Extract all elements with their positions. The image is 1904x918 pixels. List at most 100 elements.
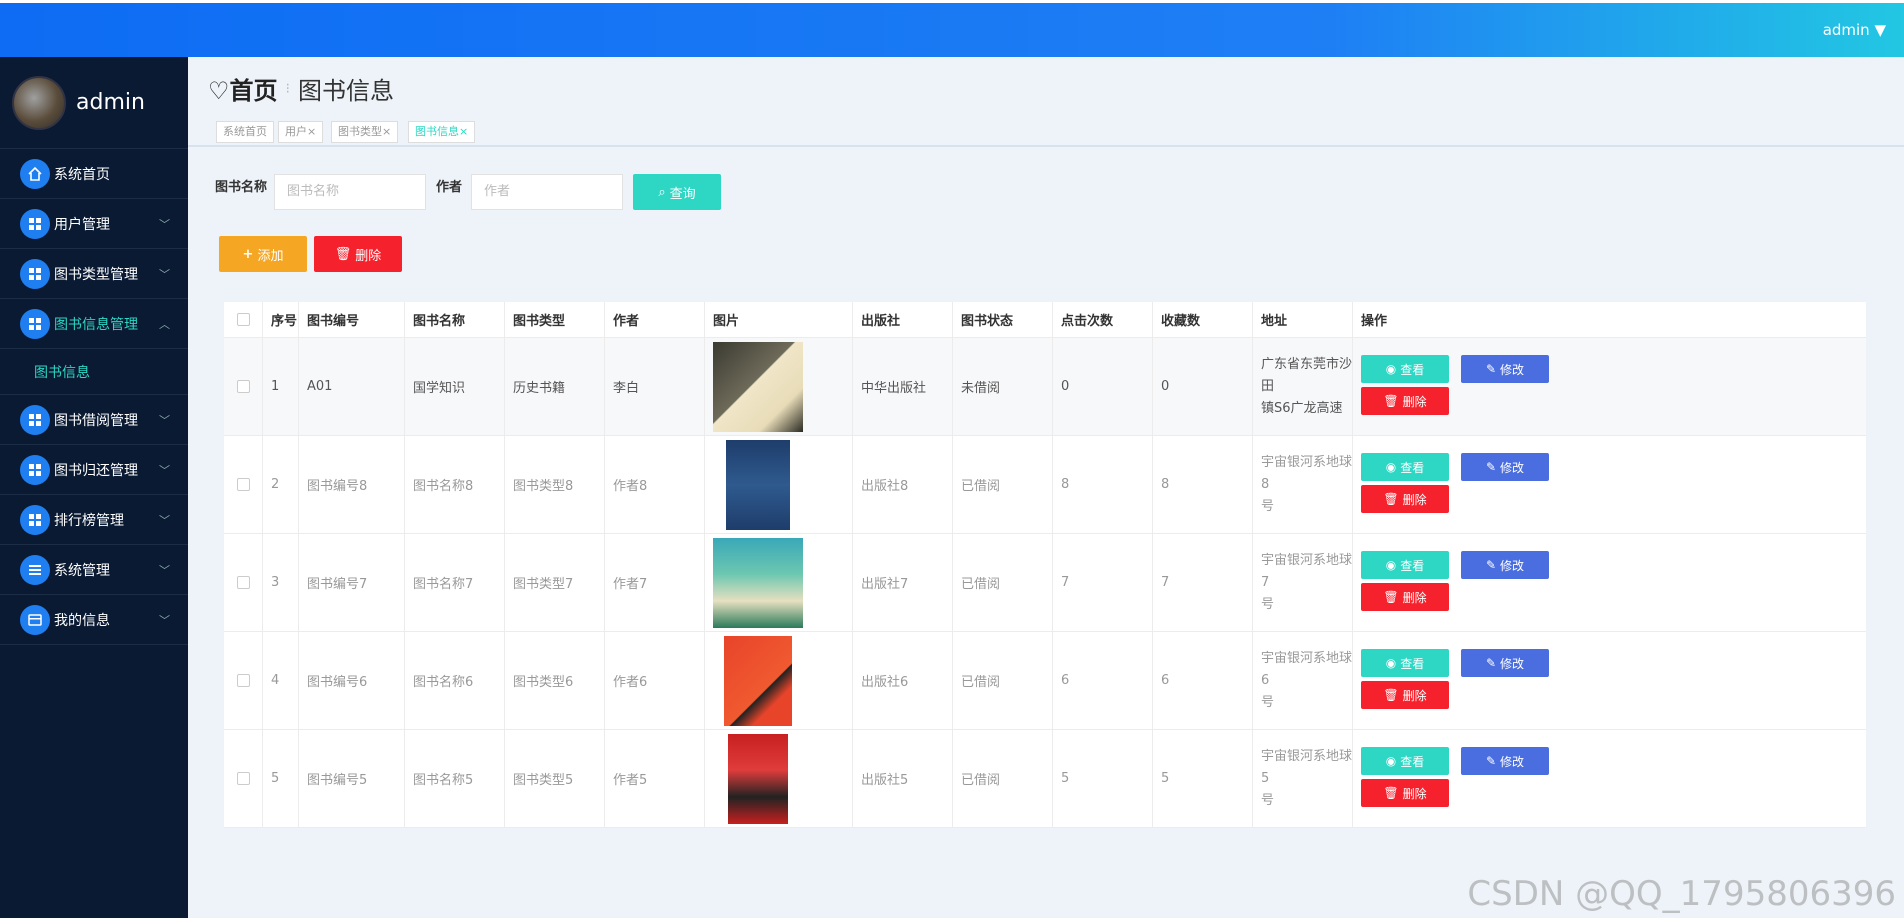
book-cover-image: [724, 635, 792, 726]
row-delete-button-label: 删除: [1402, 590, 1427, 605]
table-cell: 已借阅: [952, 534, 1052, 631]
delete-button[interactable]: 🗑 删除: [314, 236, 402, 272]
tag-user[interactable]: 用户×: [278, 121, 324, 143]
select-all-checkbox[interactable]: [236, 313, 250, 326]
author-input[interactable]: 作者: [471, 174, 623, 210]
table-cell: 5: [262, 730, 298, 827]
table-row: 1 A01 国学知识 历史书籍 李白 中华出版社 未借阅 0 0 广东省东莞市沙田 镇S6广龙高速 ◉…: [224, 338, 1866, 436]
view-icon: ◉: [1385, 656, 1397, 670]
image-cell: [704, 534, 852, 631]
row-delete-icon: 🗑: [1383, 786, 1399, 800]
sidebar-item-7[interactable]: 系统管理 ﹀: [0, 545, 188, 595]
address-line: 宇宙银河系地球6: [1261, 650, 1353, 688]
sidebar-item-4[interactable]: 图书借阅管理 ﹀: [0, 395, 188, 445]
sidebar-item-label: 系统首页: [54, 166, 110, 183]
grid-icon: [20, 208, 50, 239]
sidebar-item-6[interactable]: 排行榜管理 ﹀: [0, 495, 188, 545]
table-cell: 出版社5: [852, 730, 952, 827]
grid-icon: [20, 404, 50, 435]
table-cell: 5: [1152, 730, 1252, 827]
sidebar-item-5[interactable]: 图书归还管理 ﹀: [0, 445, 188, 495]
view-icon: ◉: [1385, 754, 1397, 768]
table-cell: 国学知识: [404, 338, 504, 435]
search-icon: ⌕: [658, 184, 666, 200]
row-checkbox[interactable]: [236, 478, 250, 491]
address-cell: 宇宙银河系地球8 号: [1252, 436, 1352, 533]
row-delete-button-label: 删除: [1402, 492, 1427, 507]
breadcrumb-home[interactable]: ♡首页: [208, 71, 278, 106]
edit-button[interactable]: ✎ 修改: [1461, 551, 1549, 579]
table-cell: 0: [1152, 338, 1252, 435]
table-cell: 未借阅: [952, 338, 1052, 435]
plus-icon: +: [242, 246, 254, 262]
row-checkbox[interactable]: [236, 380, 250, 393]
query-button[interactable]: ⌕ 查询: [633, 174, 721, 210]
row-checkbox[interactable]: [236, 674, 250, 687]
table-cell: 图书编号7: [298, 534, 404, 631]
address-line: 宇宙银河系地球7: [1261, 552, 1353, 590]
sidebar-brand: admin: [0, 57, 188, 149]
avatar: [12, 75, 66, 130]
address-line: 宇宙银河系地球5: [1261, 748, 1353, 786]
view-button[interactable]: ◉ 查看: [1361, 551, 1449, 579]
table-cell: 6: [1052, 632, 1152, 729]
address-line: 号: [1261, 694, 1275, 710]
sidebar-item-label: 排行榜管理: [54, 512, 124, 529]
trash-icon: 🗑: [334, 246, 352, 262]
row-delete-button[interactable]: 🗑 删除: [1361, 583, 1449, 611]
row-delete-button[interactable]: 🗑 删除: [1361, 485, 1449, 513]
table-cell: 0: [1052, 338, 1152, 435]
view-button[interactable]: ◉ 查看: [1361, 747, 1449, 775]
view-button[interactable]: ◉ 查看: [1361, 649, 1449, 677]
tag-book-type[interactable]: 图书类型×: [331, 121, 399, 143]
edit-button[interactable]: ✎ 修改: [1461, 747, 1549, 775]
sidebar-item-label: 图书归还管理: [54, 462, 138, 479]
checkbox-cell: [224, 338, 262, 435]
chevron-down-icon: ﹀: [159, 414, 170, 427]
row-delete-button[interactable]: 🗑 删除: [1361, 779, 1449, 807]
watermark: CSDN @QQ_1795806396: [1467, 874, 1896, 914]
sidebar: admin 系统首页用户管理 ﹀ 图书类型管理 ﹀ 图书信息管理 ︿ 图书信息 图书借阅管理 ﹀…: [0, 57, 188, 918]
row-checkbox[interactable]: [236, 772, 250, 785]
chevron-down-icon: ﹀: [159, 614, 170, 627]
view-button[interactable]: ◉ 查看: [1361, 453, 1449, 481]
name-label: 图书名称: [215, 180, 268, 195]
table-cell: 1: [262, 338, 298, 435]
sidebar-item-2[interactable]: 图书类型管理 ﹀: [0, 249, 188, 299]
view-button-label: 查看: [1400, 460, 1425, 475]
grid-icon: [20, 504, 50, 535]
tag-home[interactable]: 系统首页: [216, 121, 274, 143]
edit-button-label: 修改: [1500, 656, 1525, 671]
row-delete-button[interactable]: 🗑 删除: [1361, 681, 1449, 709]
view-icon: ◉: [1385, 558, 1397, 572]
brand-name: admin: [76, 90, 145, 115]
column-header: 点击次数: [1052, 302, 1152, 337]
view-button[interactable]: ◉ 查看: [1361, 355, 1449, 383]
sidebar-item-0[interactable]: 系统首页: [0, 149, 188, 199]
column-header: 图书名称: [404, 302, 504, 337]
add-button[interactable]: + 添加: [219, 236, 307, 272]
sidebar-item-1[interactable]: 用户管理 ﹀: [0, 199, 188, 249]
sidebar-item-3[interactable]: 图书信息管理 ︿: [0, 299, 188, 349]
checkbox-cell: [224, 632, 262, 729]
name-input[interactable]: 图书名称: [274, 174, 426, 210]
table-cell: 作者8: [604, 436, 704, 533]
edit-button[interactable]: ✎ 修改: [1461, 355, 1549, 383]
sidebar-subitem-book-info[interactable]: 图书信息: [0, 349, 188, 395]
author-label: 作者: [436, 180, 463, 195]
table-cell: 3: [262, 534, 298, 631]
row-delete-button[interactable]: 🗑 删除: [1361, 387, 1449, 415]
row-delete-icon: 🗑: [1383, 688, 1399, 702]
address-line: 号: [1261, 792, 1275, 808]
chevron-down-icon: ﹀: [159, 564, 170, 577]
breadcrumb: ♡首页 ⁝ 图书信息: [208, 71, 394, 106]
row-checkbox[interactable]: [236, 576, 250, 589]
edit-button[interactable]: ✎ 修改: [1461, 453, 1549, 481]
user-menu[interactable]: admin ▼: [1823, 21, 1886, 39]
sidebar-item-8[interactable]: 我的信息 ﹀: [0, 595, 188, 645]
edit-button[interactable]: ✎ 修改: [1461, 649, 1549, 677]
table-cell: 4: [262, 632, 298, 729]
actions-cell: ◉ 查看 ✎ 修改 🗑 删除: [1352, 632, 1866, 729]
edit-icon: ✎: [1485, 558, 1497, 572]
tag-book-info[interactable]: 图书信息×: [408, 121, 476, 143]
